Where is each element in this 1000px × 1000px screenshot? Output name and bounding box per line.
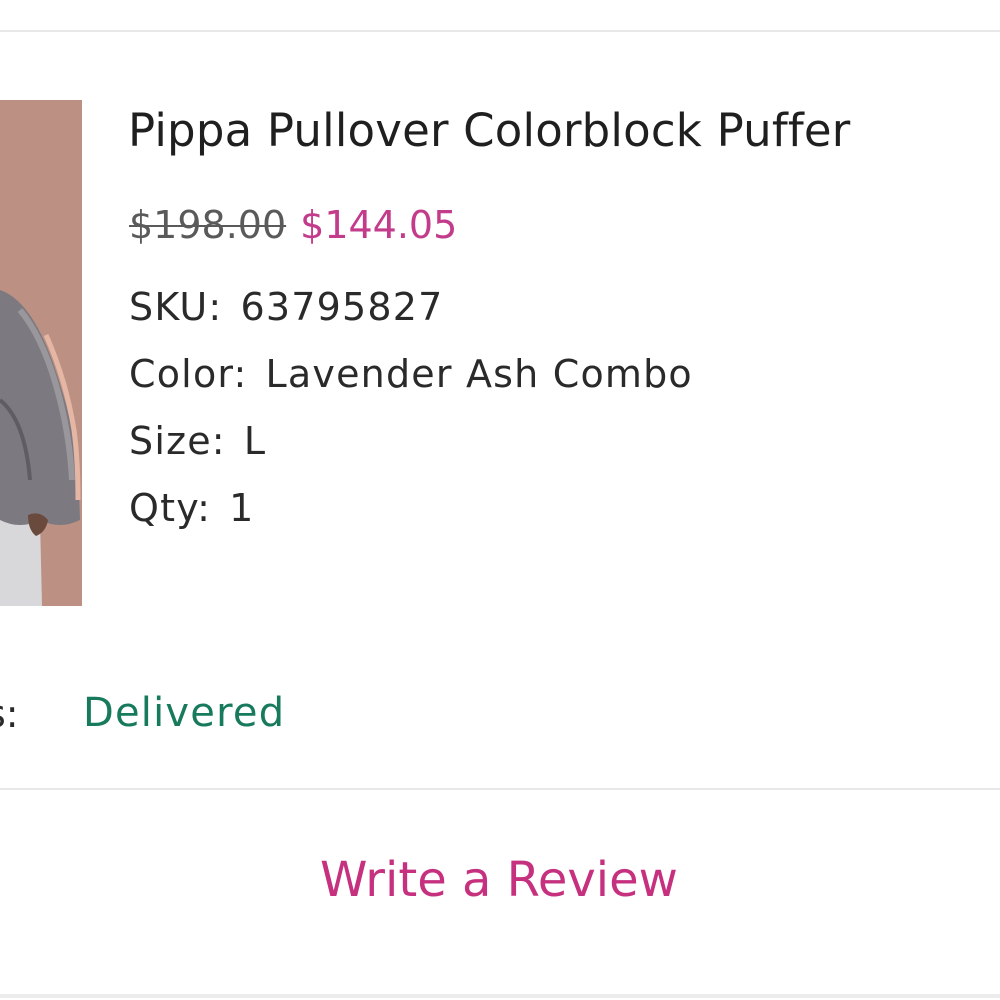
size-value: L	[243, 419, 267, 463]
section-divider	[0, 788, 1000, 790]
qty-value: 1	[229, 486, 255, 530]
color-row: Color: Lavender Ash Combo	[129, 352, 693, 396]
color-value: Lavender Ash Combo	[265, 352, 693, 396]
sale-price: $144.05	[300, 203, 458, 247]
order-item-card: Pippa Pullover Colorblock Puffer $198.00…	[0, 0, 1000, 1000]
status-value: Delivered	[83, 690, 286, 736]
product-title[interactable]: Pippa Pullover Colorblock Puffer	[128, 104, 851, 157]
sku-value: 63795827	[240, 285, 444, 329]
size-row: Size: L	[129, 419, 266, 463]
original-price: $198.00	[129, 203, 287, 247]
status-label: s:	[0, 692, 19, 736]
price-row: $198.00 $144.05	[129, 203, 457, 247]
top-divider	[0, 30, 1000, 32]
product-thumbnail[interactable]	[0, 100, 82, 606]
sku-label: SKU:	[129, 285, 223, 329]
sku-row: SKU: 63795827	[129, 285, 443, 329]
size-label: Size:	[129, 419, 226, 463]
qty-label: Qty:	[129, 486, 212, 530]
color-label: Color:	[129, 352, 248, 396]
write-review-link[interactable]: Write a Review	[320, 852, 678, 908]
bottom-divider	[0, 994, 1000, 998]
qty-row: Qty: 1	[129, 486, 255, 530]
